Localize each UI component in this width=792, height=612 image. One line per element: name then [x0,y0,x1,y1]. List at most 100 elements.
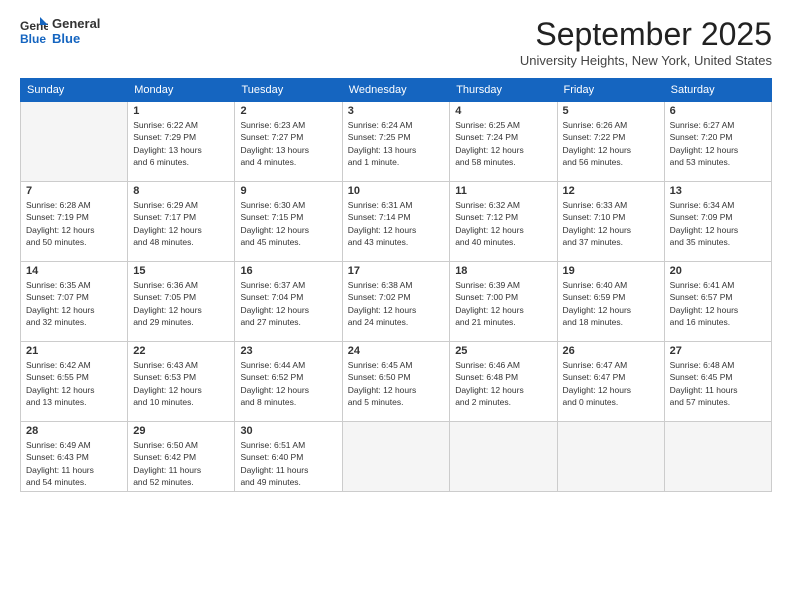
day-info: Sunrise: 6:28 AM Sunset: 7:19 PM Dayligh… [26,199,122,248]
day-number: 29 [133,425,229,437]
calendar-cell: 10 Sunrise: 6:31 AM Sunset: 7:14 PM Dayli… [342,182,449,262]
day-number: 14 [26,265,122,277]
calendar-cell: 9 Sunrise: 6:30 AM Sunset: 7:15 PM Daylig… [235,182,342,262]
calendar-cell: 6Sunrise: 6:27 AM Sunset: 7:20 PM Daylig… [664,102,771,182]
month-title: September 2025 [520,16,772,53]
calendar-cell: 3 Sunrise: 6:24 AM Sunset: 7:25 PM Daylig… [342,102,449,182]
page: General Blue General Blue September 2025… [0,0,792,612]
day-number: 5 [563,105,659,117]
calendar-cell: 19 Sunrise: 6:40 AM Sunset: 6:59 PM Dayli… [557,262,664,342]
calendar-cell: 24 Sunrise: 6:45 AM Sunset: 6:50 PM Dayli… [342,342,449,422]
calendar-week-row: 1 Sunrise: 6:22 AM Sunset: 7:29 PM Daylig… [21,102,772,182]
calendar-cell: 25Sunrise: 6:46 AM Sunset: 6:48 PM Dayli… [450,342,557,422]
calendar-cell: 30 Sunrise: 6:51 AM Sunset: 6:40 PM Dayli… [235,422,342,492]
calendar-cell: 1 Sunrise: 6:22 AM Sunset: 7:29 PM Daylig… [128,102,235,182]
day-info: Sunrise: 6:40 AM Sunset: 6:59 PM Dayligh… [563,279,659,328]
day-info: Sunrise: 6:26 AM Sunset: 7:22 PM Dayligh… [563,119,659,168]
calendar-cell [557,422,664,492]
calendar-cell: 26 Sunrise: 6:47 AM Sunset: 6:47 PM Dayli… [557,342,664,422]
calendar-week-row: 21 Sunrise: 6:42 AM Sunset: 6:55 PM Dayli… [21,342,772,422]
day-info: Sunrise: 6:51 AM Sunset: 6:40 PM Dayligh… [240,439,336,488]
logo-text: General Blue [52,16,100,46]
calendar-week-row: 14Sunrise: 6:35 AM Sunset: 7:07 PM Dayli… [21,262,772,342]
calendar-header-row: SundayMondayTuesdayWednesdayThursdayFrid… [21,79,772,102]
day-info: Sunrise: 6:47 AM Sunset: 6:47 PM Dayligh… [563,359,659,408]
day-number: 1 [133,105,229,117]
day-info: Sunrise: 6:25 AM Sunset: 7:24 PM Dayligh… [455,119,551,168]
day-number: 24 [348,345,444,357]
day-info: Sunrise: 6:43 AM Sunset: 6:53 PM Dayligh… [133,359,229,408]
day-info: Sunrise: 6:31 AM Sunset: 7:14 PM Dayligh… [348,199,444,248]
day-info: Sunrise: 6:38 AM Sunset: 7:02 PM Dayligh… [348,279,444,328]
calendar-cell: 28 Sunrise: 6:49 AM Sunset: 6:43 PM Dayli… [21,422,128,492]
day-info: Sunrise: 6:37 AM Sunset: 7:04 PM Dayligh… [240,279,336,328]
calendar-cell: 29 Sunrise: 6:50 AM Sunset: 6:42 PM Dayli… [128,422,235,492]
day-info: Sunrise: 6:33 AM Sunset: 7:10 PM Dayligh… [563,199,659,248]
calendar-cell: 8Sunrise: 6:29 AM Sunset: 7:17 PM Daylig… [128,182,235,262]
calendar-header-wednesday: Wednesday [342,79,449,102]
calendar-cell: 17 Sunrise: 6:38 AM Sunset: 7:02 PM Dayli… [342,262,449,342]
day-number: 17 [348,265,444,277]
day-number: 18 [455,265,551,277]
day-number: 26 [563,345,659,357]
day-info: Sunrise: 6:41 AM Sunset: 6:57 PM Dayligh… [670,279,766,328]
logo: General Blue General Blue [20,16,100,46]
day-number: 21 [26,345,122,357]
calendar-cell: 22 Sunrise: 6:43 AM Sunset: 6:53 PM Dayli… [128,342,235,422]
day-info: Sunrise: 6:30 AM Sunset: 7:15 PM Dayligh… [240,199,336,248]
day-number: 9 [240,185,336,197]
day-info: Sunrise: 6:36 AM Sunset: 7:05 PM Dayligh… [133,279,229,328]
calendar-cell [664,422,771,492]
calendar-cell: 21 Sunrise: 6:42 AM Sunset: 6:55 PM Dayli… [21,342,128,422]
day-number: 7 [26,185,122,197]
day-info: Sunrise: 6:50 AM Sunset: 6:42 PM Dayligh… [133,439,229,488]
svg-text:Blue: Blue [20,32,46,45]
header: General Blue General Blue September 2025… [20,16,772,68]
day-info: Sunrise: 6:23 AM Sunset: 7:27 PM Dayligh… [240,119,336,168]
day-number: 10 [348,185,444,197]
day-number: 2 [240,105,336,117]
day-number: 16 [240,265,336,277]
logo-icon: General Blue [20,17,48,45]
day-number: 13 [670,185,766,197]
day-info: Sunrise: 6:46 AM Sunset: 6:48 PM Dayligh… [455,359,551,408]
day-info: Sunrise: 6:24 AM Sunset: 7:25 PM Dayligh… [348,119,444,168]
day-info: Sunrise: 6:22 AM Sunset: 7:29 PM Dayligh… [133,119,229,168]
calendar-cell: 15 Sunrise: 6:36 AM Sunset: 7:05 PM Dayli… [128,262,235,342]
day-number: 12 [563,185,659,197]
logo-general: General [52,16,100,31]
calendar-week-row: 28 Sunrise: 6:49 AM Sunset: 6:43 PM Dayli… [21,422,772,492]
calendar-cell: 18 Sunrise: 6:39 AM Sunset: 7:00 PM Dayli… [450,262,557,342]
day-number: 19 [563,265,659,277]
day-number: 22 [133,345,229,357]
day-number: 15 [133,265,229,277]
day-info: Sunrise: 6:34 AM Sunset: 7:09 PM Dayligh… [670,199,766,248]
title-block: September 2025 University Heights, New Y… [520,16,772,68]
day-number: 30 [240,425,336,437]
day-number: 20 [670,265,766,277]
location-subtitle: University Heights, New York, United Sta… [520,53,772,68]
calendar-header-tuesday: Tuesday [235,79,342,102]
calendar-cell: 13 Sunrise: 6:34 AM Sunset: 7:09 PM Dayli… [664,182,771,262]
calendar-cell: 12 Sunrise: 6:33 AM Sunset: 7:10 PM Dayli… [557,182,664,262]
day-info: Sunrise: 6:42 AM Sunset: 6:55 PM Dayligh… [26,359,122,408]
calendar-cell: 20 Sunrise: 6:41 AM Sunset: 6:57 PM Dayli… [664,262,771,342]
calendar-cell [342,422,449,492]
day-info: Sunrise: 6:48 AM Sunset: 6:45 PM Dayligh… [670,359,766,408]
calendar-cell: 2 Sunrise: 6:23 AM Sunset: 7:27 PM Daylig… [235,102,342,182]
day-number: 28 [26,425,122,437]
calendar-cell [21,102,128,182]
calendar-table: SundayMondayTuesdayWednesdayThursdayFrid… [20,78,772,492]
day-info: Sunrise: 6:49 AM Sunset: 6:43 PM Dayligh… [26,439,122,488]
calendar-header-friday: Friday [557,79,664,102]
day-number: 6 [670,105,766,117]
day-number: 3 [348,105,444,117]
calendar-header-monday: Monday [128,79,235,102]
day-number: 27 [670,345,766,357]
calendar-cell [450,422,557,492]
calendar-header-sunday: Sunday [21,79,128,102]
calendar-cell: 16 Sunrise: 6:37 AM Sunset: 7:04 PM Dayli… [235,262,342,342]
calendar-cell: 5 Sunrise: 6:26 AM Sunset: 7:22 PM Daylig… [557,102,664,182]
day-info: Sunrise: 6:45 AM Sunset: 6:50 PM Dayligh… [348,359,444,408]
day-info: Sunrise: 6:39 AM Sunset: 7:00 PM Dayligh… [455,279,551,328]
